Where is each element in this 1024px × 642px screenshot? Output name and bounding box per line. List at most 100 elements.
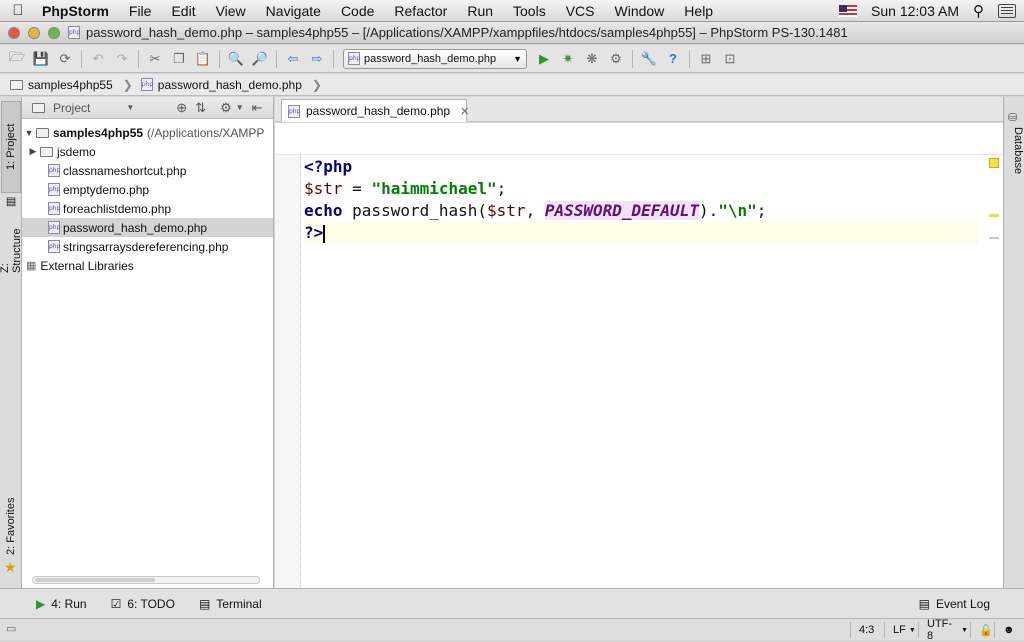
input-source-flag-icon[interactable]	[839, 4, 858, 17]
copy-icon[interactable]: ❐	[168, 48, 190, 70]
error-stripe[interactable]	[986, 156, 1003, 588]
tree-item-label: emptydemo.php	[63, 182, 150, 197]
menu-run[interactable]: Run	[457, 3, 503, 19]
redo-icon[interactable]: ↷	[111, 48, 133, 70]
todo-tool-label: 6: TODO	[127, 596, 175, 611]
menu-code[interactable]: Code	[331, 3, 384, 19]
project-view-select[interactable]: Project	[53, 101, 90, 115]
expand-arrow-icon[interactable]: ▶	[26, 146, 40, 157]
back-icon[interactable]: ⇦	[282, 48, 304, 70]
menu-window[interactable]: Window	[605, 3, 675, 19]
app-menu[interactable]: PhpStorm	[36, 3, 119, 19]
breadcrumb-file[interactable]: php password_hash_demo.php	[140, 78, 312, 92]
function-token: password_hash(	[342, 201, 488, 220]
sync-icon[interactable]: ⟳	[54, 48, 76, 70]
help-icon[interactable]: ?	[662, 48, 684, 70]
save-icon[interactable]: 💾	[30, 48, 52, 70]
file-encoding[interactable]: UTF-8 ▼	[918, 618, 968, 642]
tree-root-path: (/Applications/XAMPP	[147, 125, 265, 140]
code-editor[interactable]: <?php $str = "haimmichael"; echo passwor…	[275, 123, 1003, 588]
listen-debug-icon[interactable]: ⚙	[605, 48, 627, 70]
scroll-from-source-icon[interactable]: ⊕	[176, 100, 187, 116]
deploy-icon[interactable]: ⊞	[695, 48, 717, 70]
caret-position[interactable]: 4:3	[850, 622, 884, 638]
terminal-tool-button[interactable]: ▤ Terminal	[187, 597, 274, 611]
tree-item-file[interactable]: php stringsarraysdereferencing.php	[22, 237, 273, 256]
hide-panel-icon[interactable]: ⇤	[252, 100, 263, 116]
run-tool-label: 4: Run	[51, 596, 87, 611]
status-panel-icon[interactable]: ▭	[6, 622, 16, 635]
spotlight-search-icon[interactable]: ⚲	[973, 2, 984, 20]
tree-root-name: samples4php55	[53, 125, 144, 140]
code-area[interactable]: <?php $str = "haimmichael"; echo passwor…	[304, 156, 978, 244]
menubar-clock[interactable]: Sun 12:03 AM	[871, 3, 959, 19]
tab-structure-tool-window[interactable]: Z: Structure	[0, 217, 23, 273]
tree-root[interactable]: ▼ samples4php55 (/Applications/XAMPP	[22, 123, 273, 142]
run-tool-button[interactable]: ▶ 4: Run	[0, 597, 99, 611]
text-caret	[323, 224, 326, 243]
find-icon[interactable]: 🔍	[225, 48, 247, 70]
minimize-window-button[interactable]	[28, 27, 40, 39]
todo-icon: ☑	[110, 596, 122, 611]
tab-project-tool-window[interactable]: 1: Project	[1, 101, 21, 193]
menu-view[interactable]: View	[206, 3, 256, 19]
lock-icon[interactable]: 🔓	[970, 622, 993, 638]
tree-item-jsdemo[interactable]: ▶ jsdemo	[22, 142, 273, 161]
php-file-icon: php	[48, 202, 60, 215]
breadcrumb-project[interactable]: samples4php55	[10, 78, 123, 92]
run-configuration-select[interactable]: php password_hash_demo.php ▼	[343, 48, 527, 69]
todo-tool-button[interactable]: ☑ 6: TODO	[99, 597, 187, 611]
tree-item-file[interactable]: php emptydemo.php	[22, 180, 273, 199]
run-icon[interactable]: ▶	[533, 48, 555, 70]
zoom-window-button[interactable]	[48, 27, 60, 39]
scrollbar-thumb[interactable]	[35, 578, 155, 582]
line-separator[interactable]: LF ▼	[884, 622, 918, 638]
open-folder-icon[interactable]: 🗁	[6, 48, 28, 70]
string-token: "\n"	[718, 201, 757, 220]
tab-database-tool-window[interactable]: Database	[1006, 127, 1024, 177]
paste-icon[interactable]: 📋	[192, 48, 214, 70]
menu-tools[interactable]: Tools	[503, 3, 556, 19]
php-close-tag: ?>	[304, 223, 324, 242]
chevron-down-icon[interactable]: ▼	[236, 103, 244, 112]
menu-navigate[interactable]: Navigate	[256, 3, 331, 19]
line-marker[interactable]	[989, 237, 999, 239]
close-window-button[interactable]	[8, 27, 20, 39]
horizontal-scrollbar[interactable]	[32, 576, 260, 584]
run-configuration-label: password_hash_demo.php	[364, 52, 497, 65]
settings-icon[interactable]: 🔧	[638, 48, 660, 70]
inspector-icon[interactable]: ☻	[994, 622, 1020, 638]
chevron-down-icon: ▼	[513, 53, 522, 64]
undo-icon[interactable]: ↶	[87, 48, 109, 70]
editor-tab-active[interactable]: php password_hash_demo.php ✕	[281, 99, 469, 122]
forward-icon[interactable]: ⇨	[306, 48, 328, 70]
tree-item-file-selected[interactable]: php password_hash_demo.php	[22, 218, 273, 237]
menu-edit[interactable]: Edit	[161, 3, 205, 19]
comma-token: ,	[525, 201, 545, 220]
menu-help[interactable]: Help	[674, 3, 723, 19]
close-icon[interactable]: ✕	[460, 105, 469, 118]
tree-item-label: jsdemo	[57, 144, 96, 159]
collapse-all-icon[interactable]: ⇅	[195, 100, 206, 116]
notification-center-icon[interactable]	[998, 3, 1016, 18]
event-log-button[interactable]: ▤ Event Log	[907, 597, 1024, 611]
tree-item-file[interactable]: php classnameshortcut.php	[22, 161, 273, 180]
gear-icon[interactable]: ⚙	[220, 100, 232, 116]
toolbar-divider	[689, 49, 690, 68]
remote-host-icon[interactable]: ⊡	[719, 48, 741, 70]
tree-item-external-libraries[interactable]: ▦ External Libraries	[22, 256, 273, 275]
replace-icon[interactable]: 🔎	[249, 48, 271, 70]
coverage-icon[interactable]: ❋	[581, 48, 603, 70]
warning-marker[interactable]	[989, 214, 999, 217]
tree-item-file[interactable]: php foreachlistdemo.php	[22, 199, 273, 218]
debug-icon[interactable]: ✷	[557, 48, 579, 70]
analysis-status-icon[interactable]	[989, 158, 999, 168]
expand-arrow-icon[interactable]: ▼	[22, 128, 36, 138]
menu-refactor[interactable]: Refactor	[384, 3, 457, 19]
tab-favorites-tool-window[interactable]: 2: Favorites	[1, 495, 21, 557]
chevron-down-icon[interactable]: ▼	[126, 103, 134, 112]
apple-icon[interactable]: 	[0, 2, 36, 19]
cut-icon[interactable]: ✂	[144, 48, 166, 70]
menu-file[interactable]: File	[119, 3, 162, 19]
menu-vcs[interactable]: VCS	[556, 3, 605, 19]
